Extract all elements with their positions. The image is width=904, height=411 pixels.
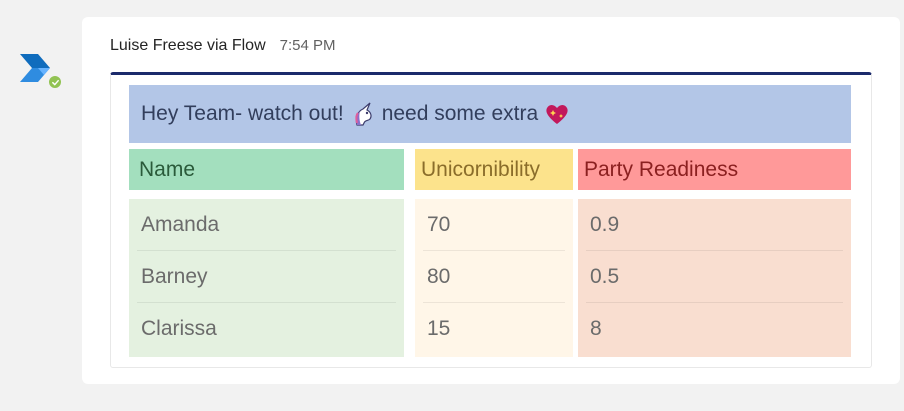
table-cell: 0.9	[586, 199, 843, 251]
chat-message: Luise Freese via Flow 7:54 PM Hey Team- …	[82, 17, 900, 384]
card-banner: Hey Team- watch out! need some extra	[129, 85, 851, 143]
party-readiness-column: Party Readiness 0.9 0.5 8	[578, 149, 851, 357]
sender-name[interactable]: Luise Freese via Flow	[110, 37, 266, 55]
message-header: Luise Freese via Flow 7:54 PM	[110, 37, 336, 55]
message-timestamp: 7:54 PM	[279, 37, 336, 54]
column-header-unicornibility: Unicornibility	[415, 149, 573, 190]
table-cell: 0.5	[586, 251, 843, 303]
presence-available-icon	[47, 74, 63, 90]
column-header-name: Name	[129, 149, 404, 190]
banner-text-start: Hey Team- watch out!	[141, 102, 344, 125]
party-readiness-column-body: 0.9 0.5 8	[578, 199, 851, 357]
name-column-body: Amanda Barney Clarissa	[129, 199, 404, 357]
adaptive-card: Hey Team- watch out! need some extra Nam…	[110, 72, 872, 368]
unicornibility-column: Unicornibility 70 80 15	[415, 149, 573, 357]
banner-text-end: need some extra	[381, 102, 539, 125]
sparkling-heart-icon	[544, 102, 570, 126]
unicornibility-column-body: 70 80 15	[415, 199, 573, 357]
unicorn-icon	[350, 101, 376, 127]
table-cell: Clarissa	[141, 317, 217, 340]
name-column: Name Amanda Barney Clarissa	[129, 149, 404, 357]
table-cell: 15	[427, 317, 451, 340]
table-cell: 80	[423, 251, 565, 303]
table-cell: 70	[423, 199, 565, 251]
table-cell: Barney	[137, 251, 396, 303]
table-cell: 8	[590, 317, 602, 340]
table-cell: Amanda	[137, 199, 396, 251]
column-header-party-readiness: Party Readiness	[578, 149, 851, 190]
